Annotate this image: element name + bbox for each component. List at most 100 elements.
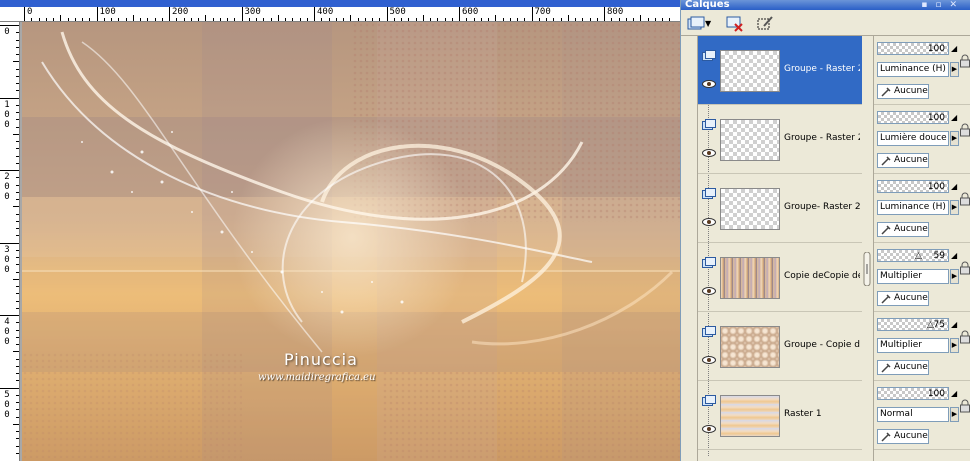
ruler-minor-tick <box>16 199 19 200</box>
layer-row[interactable]: Copie deCopie deR <box>698 243 862 312</box>
eye-icon[interactable] <box>702 80 716 88</box>
mask-icon <box>881 432 891 442</box>
layer-list[interactable]: Groupe - Raster 2 Groupe - Raster 2 Groupe… <box>697 36 862 461</box>
blend-dropdown-icon[interactable]: ▶ <box>950 338 959 353</box>
group-icon[interactable] <box>702 50 716 62</box>
ruler-minor-tick <box>422 15 424 21</box>
delete-layer-button[interactable] <box>723 13 745 33</box>
eye-icon[interactable] <box>702 425 716 433</box>
layer-thumbnail[interactable] <box>720 50 780 92</box>
opacity-slider[interactable]: △ 59 <box>877 249 949 262</box>
opacity-spin-icon[interactable]: ◢ <box>951 319 959 330</box>
mask-select[interactable]: Aucune <box>877 153 929 168</box>
opacity-slider[interactable]: 100 <box>877 180 949 193</box>
layer-thumbnail[interactable] <box>720 395 780 437</box>
ruler-minor-tick <box>16 257 19 258</box>
group-icon[interactable] <box>702 119 716 131</box>
blend-mode-select[interactable]: Luminance (H) <box>877 62 949 77</box>
lock-icon[interactable] <box>960 192 970 206</box>
group-icon[interactable] <box>702 257 716 269</box>
ruler-minor-tick <box>350 15 352 21</box>
group-icon[interactable] <box>702 326 716 338</box>
layer-row[interactable]: Groupe - Copie deR <box>698 312 862 381</box>
opacity-spin-icon[interactable]: ◢ <box>951 43 959 54</box>
new-layer-button[interactable] <box>684 13 706 33</box>
ruler-major-tick <box>604 7 605 21</box>
ruler-left-label: 0 <box>4 119 10 130</box>
layer-name[interactable]: Raster 1 <box>784 409 860 420</box>
opacity-spin-icon[interactable]: ◢ <box>951 250 959 261</box>
blend-mode-select[interactable]: Multiplier <box>877 269 949 284</box>
layer-thumbnail[interactable] <box>720 257 780 299</box>
blend-dropdown-icon[interactable]: ▶ <box>950 131 959 146</box>
opacity-slider[interactable]: 100 <box>877 387 949 400</box>
opacity-slider-marker[interactable]: △ <box>915 252 922 261</box>
mask-select[interactable]: Aucune <box>877 291 929 306</box>
layer-row[interactable]: Groupe - Raster 2 <box>698 105 862 174</box>
opacity-slider[interactable]: 100 <box>877 42 949 55</box>
blend-mode-select[interactable]: Multiplier <box>877 338 949 353</box>
lock-icon[interactable] <box>960 54 970 68</box>
lock-icon[interactable] <box>960 399 970 413</box>
blend-mode-select[interactable]: Luminance (H) <box>877 200 949 215</box>
layer-name[interactable]: Groupe - Raster 2 <box>784 64 860 75</box>
mask-select[interactable]: Aucune <box>877 222 929 237</box>
mask-select[interactable]: Aucune <box>877 84 929 99</box>
eye-icon[interactable] <box>702 149 716 157</box>
ruler-top-label: 800 <box>607 7 624 17</box>
layer-mask-button[interactable] <box>753 13 775 33</box>
ruler-major-tick <box>169 7 170 21</box>
ruler-minor-tick <box>16 293 19 295</box>
ruler-left-label: 0 <box>4 109 10 120</box>
opacity-value: 100 <box>927 113 945 123</box>
ruler-minor-tick <box>16 416 19 418</box>
mask-select[interactable]: Aucune <box>877 360 929 375</box>
blend-dropdown-icon[interactable]: ▶ <box>950 200 959 215</box>
opacity-spin-icon[interactable]: ◢ <box>951 181 959 192</box>
ruler-minor-tick <box>16 431 19 432</box>
ruler-minor-tick <box>16 112 19 113</box>
layer-row[interactable]: Groupe- Raster 2 <box>698 174 862 243</box>
layer-row[interactable]: Groupe - Raster 2 <box>698 36 862 105</box>
layer-thumbnail[interactable] <box>720 188 780 230</box>
ruler-minor-tick <box>16 380 19 382</box>
layer-name[interactable]: Groupe - Copie deR <box>784 340 860 351</box>
horizontal-ruler: 0 100 200 300 400 500 600 700 800 <box>0 0 680 22</box>
opacity-slider[interactable]: 100 <box>877 111 949 124</box>
opacity-spin-icon[interactable]: ◢ <box>951 112 959 123</box>
chevron-down-icon[interactable]: ▼ <box>705 19 711 28</box>
blend-dropdown-icon[interactable]: ▶ <box>950 269 959 284</box>
layer-thumbnail[interactable] <box>720 119 780 161</box>
ruler-minor-tick <box>16 307 19 309</box>
layer-props-row: △ 59 ◢ Multiplier ▶ Aucune <box>874 243 970 312</box>
canvas-image[interactable]: Pinuccia www.maidiregrafica.eu <box>22 22 680 461</box>
eye-icon[interactable] <box>702 287 716 295</box>
layer-thumbnail[interactable] <box>720 326 780 368</box>
ruler-top-label: 300 <box>244 7 261 17</box>
splitter-grip-icon <box>863 251 871 287</box>
group-icon[interactable] <box>702 395 716 407</box>
blend-dropdown-icon[interactable]: ▶ <box>950 407 959 422</box>
blend-mode-select[interactable]: Normal <box>877 407 949 422</box>
blend-mode-select[interactable]: Lumière douce <box>877 131 949 146</box>
splitter-handle[interactable] <box>863 251 871 287</box>
opacity-slider[interactable]: △ 75 <box>877 318 949 331</box>
ruler-minor-tick <box>16 365 19 367</box>
ruler-left-label: 0 <box>4 337 10 347</box>
opacity-spin-icon[interactable]: ◢ <box>951 388 959 399</box>
eye-icon[interactable] <box>702 218 716 226</box>
palette-window-buttons[interactable]: ▪▫✕ <box>921 0 965 10</box>
blend-dropdown-icon[interactable]: ▶ <box>950 62 959 77</box>
layer-name[interactable]: Groupe- Raster 2 <box>784 202 860 213</box>
layer-name[interactable]: Copie deCopie deR <box>784 271 860 282</box>
eye-icon[interactable] <box>702 356 716 364</box>
lock-icon[interactable] <box>960 123 970 137</box>
ruler-minor-tick <box>16 39 19 41</box>
lock-icon[interactable] <box>960 261 970 275</box>
group-icon[interactable] <box>702 188 716 200</box>
lock-icon[interactable] <box>960 330 970 344</box>
ruler-major-tick <box>0 170 19 171</box>
layer-row[interactable]: Raster 1 <box>698 381 862 450</box>
mask-select[interactable]: Aucune <box>877 429 929 444</box>
layer-name[interactable]: Groupe - Raster 2 <box>784 133 860 144</box>
